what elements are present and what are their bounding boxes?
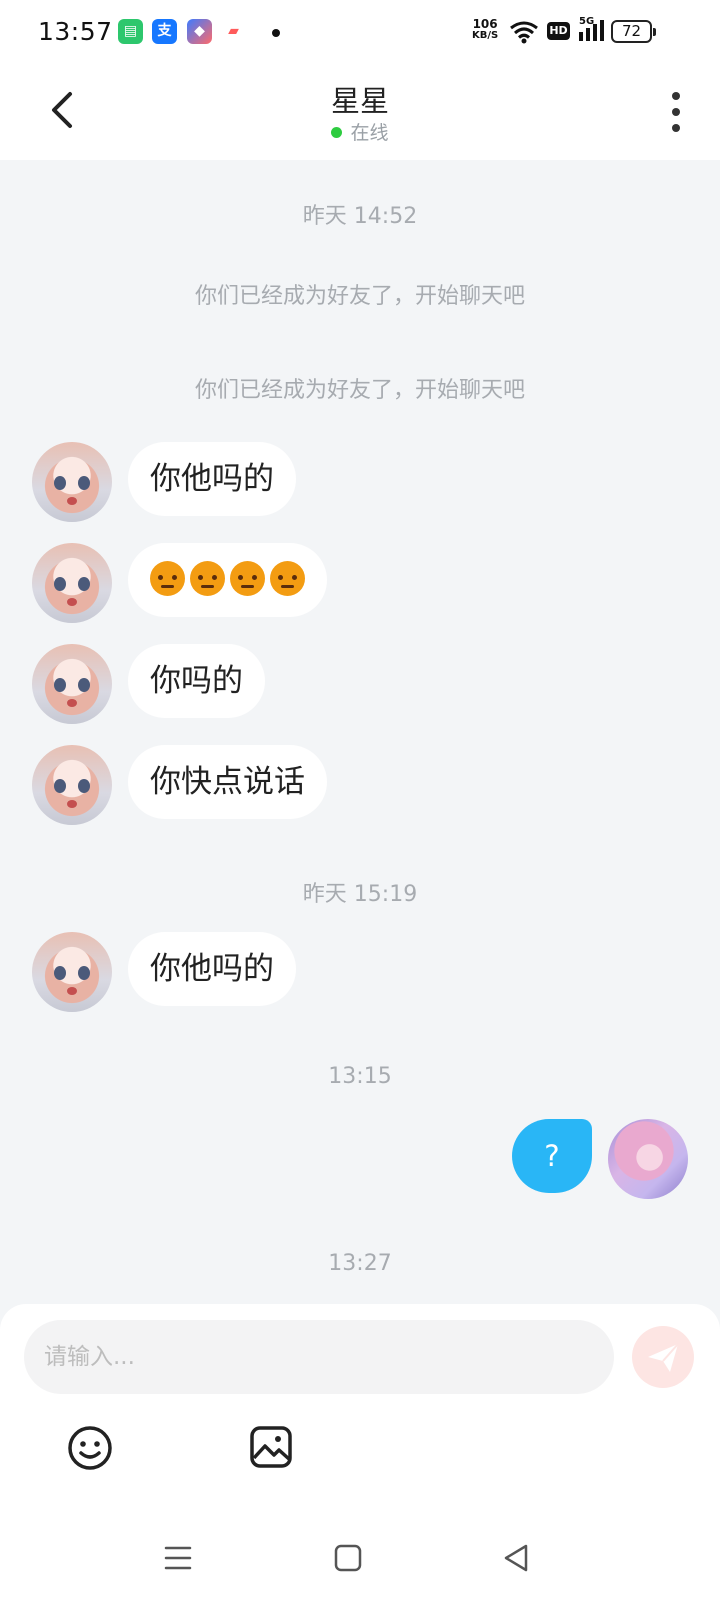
battery-indicator: 72 bbox=[611, 20, 656, 43]
angry-face-emoji-icon bbox=[230, 561, 265, 596]
contact-avatar[interactable] bbox=[32, 543, 112, 623]
menu-button[interactable] bbox=[158, 1538, 198, 1578]
more-dot-icon bbox=[672, 108, 680, 116]
sent-message-bubble[interactable]: ? bbox=[512, 1119, 592, 1193]
avatar-eye bbox=[54, 779, 66, 793]
chat-header: 星星 在线 bbox=[0, 64, 720, 160]
game-app-icon: ▰ bbox=[221, 19, 246, 44]
angry-face-emoji-icon bbox=[150, 561, 185, 596]
composer-panel bbox=[0, 1304, 720, 1518]
received-message-bubble[interactable]: 你他吗的 bbox=[128, 442, 296, 516]
more-dot-icon bbox=[672, 124, 680, 132]
network-speed-value: 106 bbox=[472, 17, 498, 31]
avatar-eye bbox=[54, 476, 66, 490]
notification-dot bbox=[272, 29, 280, 37]
home-button[interactable] bbox=[328, 1538, 368, 1578]
paper-plane-icon bbox=[648, 1343, 679, 1372]
emoji-button[interactable] bbox=[66, 1424, 114, 1472]
messages-app-icon: ▤ bbox=[118, 19, 143, 44]
contact-avatar[interactable] bbox=[32, 745, 112, 825]
angry-face-emoji-icon bbox=[270, 561, 305, 596]
home-icon bbox=[334, 1544, 362, 1572]
avatar-mouth bbox=[67, 699, 77, 707]
received-emoji-bubble[interactable]: 😡😡😡😡 bbox=[128, 543, 327, 617]
status-bar: 13:57 ▤ 支 ◆ ▰ 106 KB/S HD 5G 72 bbox=[0, 0, 720, 64]
system-navigation-bar bbox=[0, 1518, 720, 1600]
received-message-bubble[interactable]: 你吗的 bbox=[128, 644, 265, 718]
avatar-eye bbox=[54, 678, 66, 692]
image-icon bbox=[250, 1426, 292, 1468]
network-speed-unit: KB/S bbox=[472, 30, 499, 41]
avatar-eye bbox=[78, 966, 90, 980]
system-back-button[interactable] bbox=[496, 1538, 536, 1578]
avatar-mouth bbox=[67, 497, 77, 505]
message-timestamp: 昨天 15:19 bbox=[302, 882, 418, 907]
menu-icon bbox=[164, 1546, 192, 1570]
system-message: 你们已经成为好友了，开始聊天吧 bbox=[194, 284, 525, 309]
back-triangle-icon bbox=[504, 1544, 528, 1572]
avatar-mouth bbox=[67, 800, 77, 808]
system-message: 你们已经成为好友了，开始聊天吧 bbox=[194, 378, 525, 403]
image-picker-button[interactable] bbox=[248, 1424, 294, 1470]
avatar-mouth bbox=[67, 987, 77, 995]
more-options-button[interactable] bbox=[664, 90, 688, 134]
online-status: 在线 bbox=[0, 118, 720, 145]
hd-badge: HD bbox=[547, 22, 570, 40]
more-dot-icon bbox=[672, 92, 680, 100]
message-timestamp: 13:27 bbox=[328, 1251, 392, 1276]
send-button[interactable] bbox=[632, 1326, 694, 1388]
wifi-icon bbox=[510, 21, 538, 44]
contact-avatar[interactable] bbox=[32, 932, 112, 1012]
avatar-eye bbox=[78, 779, 90, 793]
received-message-bubble[interactable]: 你他吗的 bbox=[128, 932, 296, 1006]
online-status-label: 在线 bbox=[350, 122, 389, 144]
message-list[interactable]: 昨天 14:52 你们已经成为好友了，开始聊天吧 你们已经成为好友了，开始聊天吧… bbox=[0, 160, 720, 1304]
avatar-eye bbox=[78, 476, 90, 490]
contact-avatar[interactable] bbox=[32, 644, 112, 724]
avatar-eye bbox=[54, 966, 66, 980]
received-message-bubble[interactable]: 你快点说话 bbox=[128, 745, 327, 819]
online-dot-icon bbox=[331, 127, 343, 138]
app-icon: ◆ bbox=[187, 19, 212, 44]
contact-avatar[interactable] bbox=[32, 442, 112, 522]
smiley-icon bbox=[68, 1426, 112, 1470]
network-speed: 106 KB/S bbox=[472, 18, 498, 42]
message-input[interactable] bbox=[24, 1320, 614, 1394]
angry-face-emoji-icon bbox=[190, 561, 225, 596]
my-avatar[interactable] bbox=[608, 1119, 688, 1199]
message-timestamp: 13:15 bbox=[328, 1064, 392, 1089]
alipay-app-icon: 支 bbox=[152, 19, 177, 44]
status-time: 13:57 bbox=[38, 17, 113, 46]
avatar-eye bbox=[78, 577, 90, 591]
message-timestamp: 昨天 14:52 bbox=[302, 204, 418, 229]
avatar-eye bbox=[78, 678, 90, 692]
contact-name: 星星 bbox=[330, 84, 389, 118]
signal-icon bbox=[579, 20, 604, 41]
avatar-eye bbox=[54, 577, 66, 591]
avatar-mouth bbox=[67, 598, 77, 606]
